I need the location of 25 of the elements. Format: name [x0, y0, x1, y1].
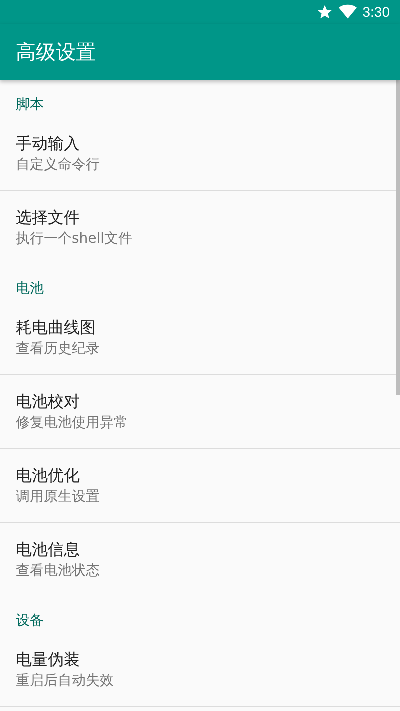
wifi-icon: [338, 4, 357, 20]
item-title: 耗电曲线图: [16, 316, 97, 338]
item-summary: 执行一个shell文件: [16, 230, 134, 248]
star-icon: [316, 4, 333, 20]
item-summary: 查看历史纪录: [16, 340, 101, 358]
item-summary: 自定义命令行: [16, 156, 101, 174]
settings-item[interactable]: 选择文件 执行一个shell文件: [0, 191, 400, 264]
item-title: 电量伪装: [16, 648, 81, 670]
item-summary: 重启后自动失效: [16, 672, 115, 690]
app-title: 高级设置: [16, 38, 96, 66]
settings-item[interactable]: 电池信息 查看电池状态: [0, 523, 400, 596]
item-title: 电池校对: [16, 390, 81, 412]
settings-item[interactable]: 电池优化 调用原生设置: [0, 449, 400, 523]
item-summary: 调用原生设置: [16, 488, 101, 506]
status-time: 3:30: [362, 4, 390, 20]
item-title: 选择文件: [16, 206, 81, 228]
item-summary: 查看电池状态: [16, 562, 101, 580]
item-title: 电池信息: [16, 538, 81, 560]
item-title: 手动输入: [16, 132, 81, 154]
section-header: 设备: [15, 612, 45, 631]
settings-item[interactable]: 电量伪装 重启后自动失效: [0, 633, 400, 707]
section-header: 电池: [15, 280, 45, 299]
item-summary: 修复电池使用异常: [16, 414, 129, 432]
section-header: 脚本: [15, 96, 45, 115]
item-title: 电池优化: [16, 464, 81, 486]
